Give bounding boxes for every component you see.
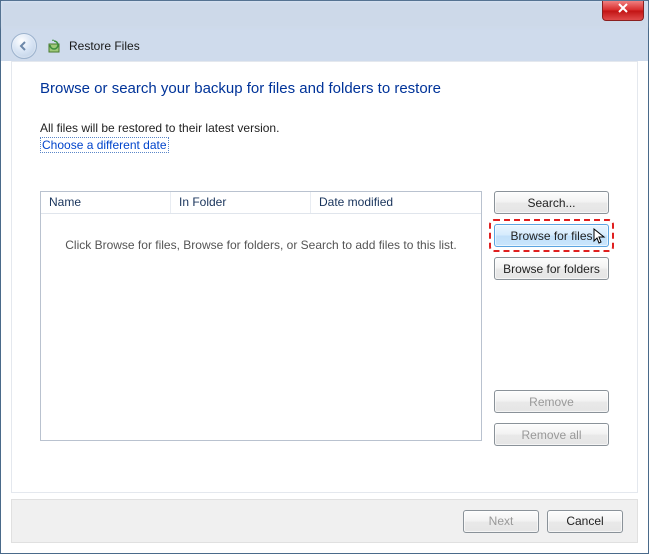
browse-for-folders-button[interactable]: Browse for folders — [494, 257, 609, 280]
browse-for-files-button[interactable]: Browse for files — [494, 224, 609, 247]
page-heading: Browse or search your backup for files a… — [40, 80, 609, 97]
restore-files-icon — [47, 38, 63, 54]
window-title: Restore Files — [69, 39, 140, 53]
remove-button: Remove — [494, 390, 609, 413]
search-button[interactable]: Search... — [494, 191, 609, 214]
column-name[interactable]: Name — [41, 192, 171, 213]
list-body: Click Browse for files, Browse for folde… — [41, 214, 481, 440]
column-folder[interactable]: In Folder — [171, 192, 311, 213]
next-button: Next — [463, 510, 539, 533]
file-list: Name In Folder Date modified Click Brows… — [40, 191, 482, 441]
titlebar — [2, 2, 647, 28]
footer: Next Cancel — [11, 499, 638, 543]
side-button-panel: Search... Browse for files Browse for fo… — [494, 191, 609, 446]
version-info-text: All files will be restored to their late… — [40, 121, 609, 135]
work-area: Name In Folder Date modified Click Brows… — [40, 191, 609, 446]
remove-all-button: Remove all — [494, 423, 609, 446]
restore-files-window: Restore Files Browse or search your back… — [0, 0, 649, 554]
choose-date-link[interactable]: Choose a different date — [40, 137, 169, 153]
cancel-button[interactable]: Cancel — [547, 510, 623, 533]
close-icon — [618, 3, 628, 13]
nav-row: Restore Files — [11, 31, 638, 61]
content-panel: Browse or search your backup for files a… — [11, 61, 638, 493]
list-header: Name In Folder Date modified — [41, 192, 481, 214]
empty-list-text: Click Browse for files, Browse for folde… — [65, 238, 456, 252]
column-date[interactable]: Date modified — [311, 192, 481, 213]
close-button[interactable] — [602, 1, 644, 21]
back-arrow-icon — [18, 40, 30, 52]
back-button[interactable] — [11, 33, 37, 59]
